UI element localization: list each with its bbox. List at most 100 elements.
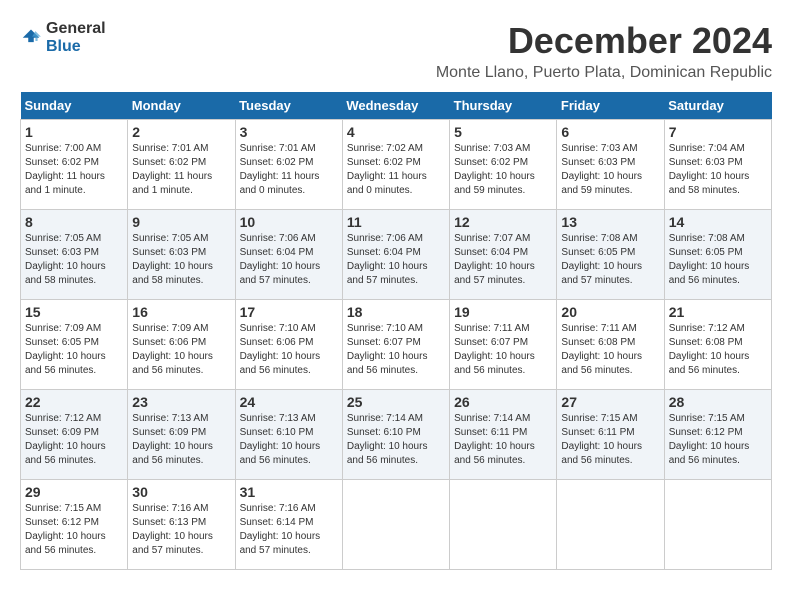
day-number: 9 <box>132 214 230 230</box>
day-number: 27 <box>561 394 659 410</box>
day-info: Sunrise: 7:07 AM Sunset: 6:04 PM Dayligh… <box>454 232 552 288</box>
calendar-table: SundayMondayTuesdayWednesdayThursdayFrid… <box>20 92 772 570</box>
calendar-day-cell: 15 Sunrise: 7:09 AM Sunset: 6:05 PM Dayl… <box>21 300 128 390</box>
calendar-day-cell: 25 Sunrise: 7:14 AM Sunset: 6:10 PM Dayl… <box>342 390 449 480</box>
title-section: December 2024 Monte Llano, Puerto Plata,… <box>436 20 772 82</box>
weekday-header: Thursday <box>450 92 557 120</box>
day-info: Sunrise: 7:13 AM Sunset: 6:09 PM Dayligh… <box>132 412 230 468</box>
day-info: Sunrise: 7:02 AM Sunset: 6:02 PM Dayligh… <box>347 142 445 198</box>
day-number: 8 <box>25 214 123 230</box>
day-number: 23 <box>132 394 230 410</box>
day-number: 14 <box>669 214 767 230</box>
calendar-week-row: 22 Sunrise: 7:12 AM Sunset: 6:09 PM Dayl… <box>21 390 772 480</box>
day-number: 3 <box>240 124 338 140</box>
calendar-day-cell: 16 Sunrise: 7:09 AM Sunset: 6:06 PM Dayl… <box>128 300 235 390</box>
day-info: Sunrise: 7:12 AM Sunset: 6:08 PM Dayligh… <box>669 322 767 378</box>
calendar-day-cell <box>342 480 449 570</box>
day-number: 17 <box>240 304 338 320</box>
day-number: 4 <box>347 124 445 140</box>
day-number: 29 <box>25 484 123 500</box>
day-number: 10 <box>240 214 338 230</box>
calendar-day-cell <box>450 480 557 570</box>
calendar-day-cell: 10 Sunrise: 7:06 AM Sunset: 6:04 PM Dayl… <box>235 210 342 300</box>
day-number: 20 <box>561 304 659 320</box>
day-info: Sunrise: 7:01 AM Sunset: 6:02 PM Dayligh… <box>240 142 338 198</box>
day-info: Sunrise: 7:14 AM Sunset: 6:11 PM Dayligh… <box>454 412 552 468</box>
calendar-day-cell <box>664 480 771 570</box>
day-info: Sunrise: 7:06 AM Sunset: 6:04 PM Dayligh… <box>347 232 445 288</box>
day-info: Sunrise: 7:15 AM Sunset: 6:11 PM Dayligh… <box>561 412 659 468</box>
calendar-day-cell: 1 Sunrise: 7:00 AM Sunset: 6:02 PM Dayli… <box>21 120 128 210</box>
weekday-header: Friday <box>557 92 664 120</box>
day-number: 22 <box>25 394 123 410</box>
location-title: Monte Llano, Puerto Plata, Dominican Rep… <box>436 64 772 82</box>
day-number: 26 <box>454 394 552 410</box>
day-number: 25 <box>347 394 445 410</box>
calendar-week-row: 1 Sunrise: 7:00 AM Sunset: 6:02 PM Dayli… <box>21 120 772 210</box>
logo-icon <box>20 24 42 46</box>
day-number: 7 <box>669 124 767 140</box>
day-number: 1 <box>25 124 123 140</box>
calendar-day-cell: 24 Sunrise: 7:13 AM Sunset: 6:10 PM Dayl… <box>235 390 342 480</box>
weekday-header: Saturday <box>664 92 771 120</box>
weekday-header: Sunday <box>21 92 128 120</box>
calendar-day-cell: 23 Sunrise: 7:13 AM Sunset: 6:09 PM Dayl… <box>128 390 235 480</box>
calendar-day-cell: 9 Sunrise: 7:05 AM Sunset: 6:03 PM Dayli… <box>128 210 235 300</box>
day-info: Sunrise: 7:16 AM Sunset: 6:13 PM Dayligh… <box>132 502 230 558</box>
calendar-day-cell: 12 Sunrise: 7:07 AM Sunset: 6:04 PM Dayl… <box>450 210 557 300</box>
day-info: Sunrise: 7:10 AM Sunset: 6:06 PM Dayligh… <box>240 322 338 378</box>
logo-blue: Blue <box>46 38 106 56</box>
day-number: 18 <box>347 304 445 320</box>
day-info: Sunrise: 7:12 AM Sunset: 6:09 PM Dayligh… <box>25 412 123 468</box>
weekday-header: Wednesday <box>342 92 449 120</box>
day-info: Sunrise: 7:15 AM Sunset: 6:12 PM Dayligh… <box>25 502 123 558</box>
day-number: 6 <box>561 124 659 140</box>
calendar-header-row: SundayMondayTuesdayWednesdayThursdayFrid… <box>21 92 772 120</box>
day-number: 12 <box>454 214 552 230</box>
day-number: 31 <box>240 484 338 500</box>
day-number: 2 <box>132 124 230 140</box>
day-info: Sunrise: 7:13 AM Sunset: 6:10 PM Dayligh… <box>240 412 338 468</box>
day-info: Sunrise: 7:16 AM Sunset: 6:14 PM Dayligh… <box>240 502 338 558</box>
calendar-day-cell: 13 Sunrise: 7:08 AM Sunset: 6:05 PM Dayl… <box>557 210 664 300</box>
day-info: Sunrise: 7:05 AM Sunset: 6:03 PM Dayligh… <box>25 232 123 288</box>
day-number: 16 <box>132 304 230 320</box>
day-number: 15 <box>25 304 123 320</box>
day-number: 30 <box>132 484 230 500</box>
day-info: Sunrise: 7:06 AM Sunset: 6:04 PM Dayligh… <box>240 232 338 288</box>
calendar-day-cell: 21 Sunrise: 7:12 AM Sunset: 6:08 PM Dayl… <box>664 300 771 390</box>
calendar-day-cell: 26 Sunrise: 7:14 AM Sunset: 6:11 PM Dayl… <box>450 390 557 480</box>
calendar-day-cell: 2 Sunrise: 7:01 AM Sunset: 6:02 PM Dayli… <box>128 120 235 210</box>
day-info: Sunrise: 7:08 AM Sunset: 6:05 PM Dayligh… <box>669 232 767 288</box>
day-info: Sunrise: 7:09 AM Sunset: 6:05 PM Dayligh… <box>25 322 123 378</box>
logo: General Blue <box>20 20 106 55</box>
weekday-header: Monday <box>128 92 235 120</box>
day-info: Sunrise: 7:10 AM Sunset: 6:07 PM Dayligh… <box>347 322 445 378</box>
day-info: Sunrise: 7:03 AM Sunset: 6:02 PM Dayligh… <box>454 142 552 198</box>
day-number: 28 <box>669 394 767 410</box>
calendar-week-row: 29 Sunrise: 7:15 AM Sunset: 6:12 PM Dayl… <box>21 480 772 570</box>
calendar-day-cell: 22 Sunrise: 7:12 AM Sunset: 6:09 PM Dayl… <box>21 390 128 480</box>
calendar-day-cell: 3 Sunrise: 7:01 AM Sunset: 6:02 PM Dayli… <box>235 120 342 210</box>
day-info: Sunrise: 7:00 AM Sunset: 6:02 PM Dayligh… <box>25 142 123 198</box>
day-info: Sunrise: 7:15 AM Sunset: 6:12 PM Dayligh… <box>669 412 767 468</box>
calendar-day-cell: 20 Sunrise: 7:11 AM Sunset: 6:08 PM Dayl… <box>557 300 664 390</box>
calendar-week-row: 15 Sunrise: 7:09 AM Sunset: 6:05 PM Dayl… <box>21 300 772 390</box>
calendar-day-cell: 29 Sunrise: 7:15 AM Sunset: 6:12 PM Dayl… <box>21 480 128 570</box>
day-info: Sunrise: 7:09 AM Sunset: 6:06 PM Dayligh… <box>132 322 230 378</box>
calendar-day-cell <box>557 480 664 570</box>
calendar-day-cell: 11 Sunrise: 7:06 AM Sunset: 6:04 PM Dayl… <box>342 210 449 300</box>
day-info: Sunrise: 7:04 AM Sunset: 6:03 PM Dayligh… <box>669 142 767 198</box>
day-number: 21 <box>669 304 767 320</box>
page-header: General Blue December 2024 Monte Llano, … <box>20 20 772 82</box>
day-info: Sunrise: 7:08 AM Sunset: 6:05 PM Dayligh… <box>561 232 659 288</box>
day-number: 13 <box>561 214 659 230</box>
calendar-day-cell: 17 Sunrise: 7:10 AM Sunset: 6:06 PM Dayl… <box>235 300 342 390</box>
calendar-day-cell: 27 Sunrise: 7:15 AM Sunset: 6:11 PM Dayl… <box>557 390 664 480</box>
day-info: Sunrise: 7:11 AM Sunset: 6:07 PM Dayligh… <box>454 322 552 378</box>
calendar-week-row: 8 Sunrise: 7:05 AM Sunset: 6:03 PM Dayli… <box>21 210 772 300</box>
weekday-header: Tuesday <box>235 92 342 120</box>
day-info: Sunrise: 7:14 AM Sunset: 6:10 PM Dayligh… <box>347 412 445 468</box>
day-info: Sunrise: 7:01 AM Sunset: 6:02 PM Dayligh… <box>132 142 230 198</box>
calendar-day-cell: 6 Sunrise: 7:03 AM Sunset: 6:03 PM Dayli… <box>557 120 664 210</box>
